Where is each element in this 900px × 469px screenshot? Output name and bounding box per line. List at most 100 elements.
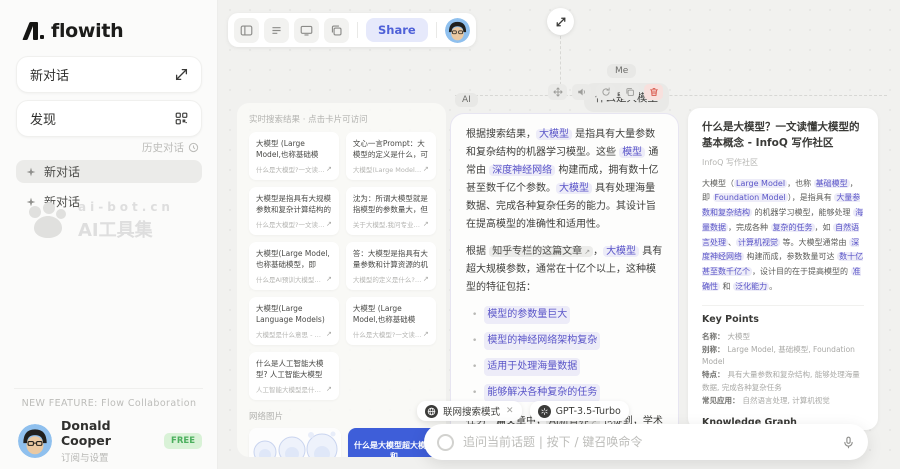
highlighted-term: 模型的神经网络架构复杂 [484, 332, 600, 350]
globe-icon [425, 405, 438, 418]
source-link[interactable]: 知乎专栏的这篇文章↗ [489, 246, 593, 257]
history-item-1[interactable]: 新对话 [16, 160, 202, 183]
article-body: 大模型（Large Model，也称 基础模型，即 Foundation Mod… [702, 177, 864, 295]
text-span: 等。大模型通常由 [780, 238, 849, 247]
text-span: 、 [728, 238, 736, 247]
speaker-icon [577, 87, 587, 97]
highlighted-term: 复杂的任务 [771, 223, 815, 232]
answer-bullet: 模型的神经网络架构复杂 [472, 332, 663, 350]
toolbar-divider [357, 22, 358, 38]
search-result-card[interactable]: 答：大模型是指具有大量参数和计算资源的机器学习模型... 大模型的定义是什么?大模… [346, 242, 436, 290]
web-images-grid: 什么是大模型超大模型和 Foundation Model [249, 428, 434, 457]
composer-badges: 联网搜索模式 ✕ GPT-3.5-Turbo [417, 401, 629, 421]
microphone-icon[interactable] [842, 436, 855, 449]
key-point-row: 常见应用：自然语言处理, 计算机视觉 [702, 395, 864, 408]
collapse-node-button[interactable] [547, 8, 574, 35]
search-result-source: 大模型(Large Model)?常识...↗ [353, 164, 429, 174]
presentation-button[interactable] [294, 18, 319, 43]
key-points-list: 名称：大模型别称：Large Model, 基础模型, Foundation M… [702, 331, 864, 408]
watermark-line2: AI工具集 [78, 216, 174, 242]
search-result-source: 大模型的定义是什么?大模型↗ [353, 274, 429, 284]
user-subtitle: 订阅与设置 [61, 450, 155, 464]
plan-badge: FREE [164, 433, 202, 449]
search-result-source: 什么是大模型?一文读懂大模...↗ [256, 164, 332, 174]
outline-button[interactable] [264, 18, 289, 43]
move-icon [553, 87, 563, 97]
search-result-card[interactable]: 大模型是指具有大规模参数和复杂计算结构的机器学习模...什么是大模型?一文读懂大… [249, 187, 339, 235]
delete-node-button[interactable] [644, 84, 663, 100]
canvas-toolbar: Share [228, 13, 476, 47]
user-profile[interactable]: Donald Cooper 订阅与设置 FREE [18, 418, 202, 464]
ai-node-label: AI [455, 93, 478, 107]
diagonal-arrows-icon [175, 68, 188, 81]
user-avatar [18, 424, 52, 458]
web-search-mode-badge[interactable]: 联网搜索模式 ✕ [417, 401, 522, 421]
highlighted-term: 模型 [619, 147, 645, 158]
text-span: ，完成各种 [728, 223, 771, 232]
toolbar-avatar[interactable] [445, 18, 470, 43]
key-point-row: 别称：Large Model, 基础模型, Foundation Model [702, 344, 864, 370]
external-link-icon: ↗ [326, 165, 332, 173]
search-results-panel: 实时搜索结果 · 点击卡片可访问 大模型 (Large Model,也称基础模型… [237, 103, 446, 457]
article-title: 什么是大模型？一文读懂大模型的基本概念 - InfoQ 写作社区 [702, 120, 864, 152]
refresh-icon [601, 87, 611, 97]
close-icon[interactable]: ✕ [506, 406, 514, 416]
text-span: ，设计目的在于提高模型的 [752, 267, 851, 276]
external-link-icon: ↗ [326, 220, 332, 228]
feature-banner[interactable]: NEW FEATURE: Flow Collaboration [0, 398, 218, 409]
answer-paragraph: 根据 知乎专栏的这篇文章↗，大模型 具有超大规模参数，通常在十亿个以上，这种模型… [466, 243, 663, 297]
new-chat-button[interactable]: 新对话 [16, 56, 202, 93]
answer-bullet: 能够解决各种复杂的任务 [472, 384, 663, 402]
highlighted-term: 深度神经网络 [489, 165, 555, 176]
search-result-title: 答：大模型是指具有大量参数和计算资源的机器学习模型... [353, 248, 429, 271]
discover-button[interactable]: 发现 [16, 100, 202, 137]
key-point-label: 常见应用： [702, 396, 740, 405]
model-badge[interactable]: GPT-3.5-Turbo [530, 401, 629, 421]
share-button[interactable]: Share [366, 18, 428, 42]
search-result-source: 关于大模型,我问专业人士一...↗ [353, 219, 429, 229]
read-aloud-button[interactable] [572, 84, 591, 100]
sparkle-icon [26, 167, 36, 177]
answer-bullet-list: 模型的参数量巨大模型的神经网络架构复杂适用于处理海量数据能够解决各种复杂的任务 [472, 306, 663, 402]
copy-node-button[interactable] [620, 84, 639, 100]
search-result-card[interactable]: 什么是人工智能大模型? 人工智能大模型（Artificial...人工智能大模型… [249, 352, 339, 400]
search-result-card[interactable]: 大模型(Large Model,也称基础模型，即Foundation...什么是… [249, 242, 339, 290]
copy-canvas-button[interactable] [324, 18, 349, 43]
web-image-circles-diagram[interactable] [249, 428, 341, 457]
search-results-header: 实时搜索结果 · 点击卡片可访问 [249, 113, 434, 125]
history-item-label: 新对话 [44, 163, 80, 180]
move-node-button[interactable] [548, 84, 567, 100]
web-search-mode-label: 联网搜索模式 [443, 404, 500, 418]
search-result-source: 什么是大模型?一文读懂大模...↗ [353, 329, 429, 339]
search-result-card[interactable]: 文心一言Prompt：大模型的定义是什么，可以从多个角度...大模型(Large… [346, 132, 436, 180]
search-result-title: 大模型 (Large Model,也称基础模型，即Foundation... [353, 303, 429, 326]
followup-input[interactable] [463, 435, 833, 449]
text-span: 和 [720, 282, 733, 291]
key-point-label: 名称： [702, 332, 725, 341]
text-span: ，如 [815, 223, 834, 232]
search-result-card[interactable]: 沈为：所谓大模型就是指模型的参数量大，但学术界并没...关于大模型,我问专业人士… [346, 187, 436, 235]
search-result-title: 什么是人工智能大模型? 人工智能大模型（Artificial... [256, 358, 332, 381]
key-point-row: 名称：大模型 [702, 331, 864, 344]
watermark: ai-bot.cn AI工具集 [26, 200, 174, 242]
external-link-icon: ↗ [326, 385, 332, 393]
toggle-sidebar-button[interactable] [234, 18, 259, 43]
search-result-card[interactable]: 大模型(Large Language Models)是指基于深度学习...大模型… [249, 297, 339, 345]
answer-bullet: 适用于处理海量数据 [472, 358, 663, 376]
search-result-card[interactable]: 大模型 (Large Model,也称基础模型，即Foundation... 什么… [346, 297, 436, 345]
search-result-card[interactable]: 大模型 (Large Model,也称基础模型，即Foundation...什么… [249, 132, 339, 180]
new-chat-label: 新对话 [30, 65, 69, 84]
search-result-title: 大模型是指具有大规模参数和复杂计算结构的机器学习模... [256, 193, 332, 216]
text-span: ， [593, 246, 603, 257]
text-span: ），是指具有 [788, 193, 835, 202]
regenerate-button[interactable] [596, 84, 615, 100]
search-result-title: 大模型(Large Model,也称基础模型，即Foundation... [256, 248, 332, 271]
highlighted-term: 大模型 [536, 129, 572, 140]
article-panel[interactable]: 什么是大模型？一文读懂大模型的基本概念 - InfoQ 写作社区 InfoQ 写… [688, 108, 878, 430]
external-link-icon: ↗ [423, 330, 429, 338]
sidebar-panel-icon [240, 24, 253, 37]
highlighted-term: Large Model [734, 179, 787, 188]
node-toolbar [548, 84, 663, 100]
watermark-line1: ai-bot.cn [78, 200, 174, 214]
external-link-icon: ↗ [423, 220, 429, 228]
